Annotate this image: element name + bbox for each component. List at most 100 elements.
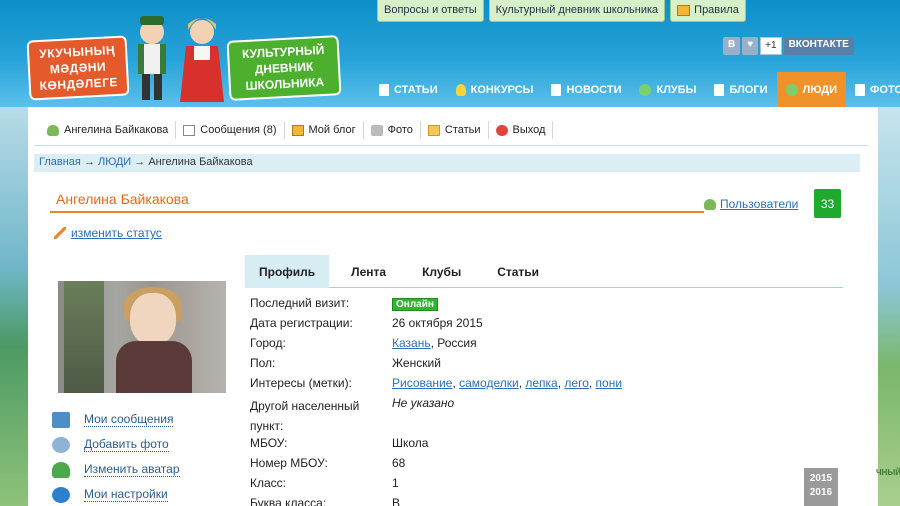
class-value: 1 <box>392 476 399 490</box>
nav-people[interactable]: ЛЮДИ <box>776 72 847 107</box>
interests-label: Интересы (метки): <box>250 376 352 390</box>
my-settings-label: Мои настройки <box>84 487 168 502</box>
nav-contests[interactable]: КОНКУРСЫ <box>447 72 543 107</box>
breadcrumb: Главная → ЛЮДИ → Ангелина Байкакова <box>34 154 860 172</box>
nav-photo-label: ФОТО <box>870 83 900 96</box>
my-settings-link[interactable]: Мои настройки <box>52 482 180 506</box>
document-icon <box>379 83 389 96</box>
news-icon <box>551 83 562 96</box>
nav-news-label: НОВОСТИ <box>566 83 622 96</box>
tab-feed[interactable]: Лента <box>337 255 400 288</box>
avatar-tree <box>64 281 104 393</box>
envelope-icon <box>52 411 70 428</box>
top-link-faq-label: Вопросы и ответы <box>384 4 477 16</box>
top-link-diary-label: Культурный дневник школьника <box>495 4 659 16</box>
top-link-faq[interactable]: Вопросы и ответы <box>377 0 484 22</box>
userbar-photo[interactable]: Фото <box>364 121 421 139</box>
gender-value: Женский <box>392 356 441 370</box>
breadcrumb-people[interactable]: ЛЮДИ <box>98 156 131 168</box>
gender-label: Пол: <box>250 356 276 370</box>
users-count-badge: 33 <box>814 189 841 218</box>
userbar-messages[interactable]: Сообщения (8) <box>176 121 285 139</box>
gear-icon <box>52 486 70 503</box>
avatar <box>58 281 226 393</box>
user-icon <box>704 198 716 210</box>
add-photo-link[interactable]: Добавить фото <box>52 432 180 457</box>
nav-contests-label: КОНКУРСЫ <box>470 83 534 96</box>
my-messages-label: Мои сообщения <box>84 412 174 427</box>
userbar-blog[interactable]: Мой блог <box>285 121 364 139</box>
info-row: Класс: 1 <box>250 473 622 493</box>
page-title: Ангелина Байкакова <box>56 191 189 207</box>
top-link-diary[interactable]: Культурный дневник школьника <box>488 0 666 22</box>
info-row: Последний визит: Онлайн <box>250 293 622 313</box>
girl-mascot-icon <box>180 18 224 102</box>
add-photo-icon <box>52 436 70 453</box>
change-status-link[interactable]: изменить статус <box>54 226 162 240</box>
info-row: Интересы (метки): Рисование, самоделки, … <box>250 376 623 390</box>
interest-tag[interactable]: самоделки <box>459 376 519 390</box>
divider <box>34 145 868 146</box>
last-visit-label: Последний визит: <box>250 296 350 310</box>
change-avatar-link[interactable]: Изменить аватар <box>52 457 180 482</box>
users-link[interactable]: Пользователи <box>704 197 798 211</box>
top-link-rules[interactable]: Правила <box>670 0 746 22</box>
user-bar: Ангелина Байкакова Сообщения (8) Мой бло… <box>40 121 554 139</box>
class-letter-label: Буква класса: <box>250 496 327 506</box>
nav-photo[interactable]: ФОТО <box>846 72 900 107</box>
nav-blogs[interactable]: БЛОГИ <box>705 72 776 107</box>
interest-tag[interactable]: лего <box>564 376 588 390</box>
userbar-articles[interactable]: Статьи <box>421 121 489 139</box>
top-link-rules-label: Правила <box>694 4 739 16</box>
nav-blogs-label: БЛОГИ <box>729 83 768 96</box>
logo-left-line-3: КӨНДӘЛЕГЕ <box>39 74 119 94</box>
vk-share-button[interactable]: В <box>723 37 741 55</box>
profile-info: Последний визит: Онлайн Дата регистрации… <box>250 293 622 506</box>
userbar-logout-label: Выход <box>512 124 546 136</box>
site-logo[interactable]: УКУЧЫНЫҢ МӘДӘНИ КӨНДӘЛЕГЕ КУЛЬТУРНЫЙ ДНЕ… <box>26 8 342 104</box>
folder-icon <box>427 124 440 136</box>
info-row: Буква класса: В <box>250 493 622 506</box>
nav-news[interactable]: НОВОСТИ <box>542 72 630 107</box>
heart-icon[interactable]: ♥ <box>742 37 759 55</box>
main-nav: СТАТЬИ КОНКУРСЫ НОВОСТИ КЛУБЫ БЛОГИ ЛЮДИ… <box>370 72 900 107</box>
tab-articles[interactable]: Статьи <box>483 255 553 288</box>
city-label: Город: <box>250 336 286 350</box>
interest-tag[interactable]: Рисование <box>392 376 452 390</box>
pencil-icon <box>54 227 66 239</box>
nav-clubs[interactable]: КЛУБЫ <box>630 72 705 107</box>
info-row: Другой населенный пункт: Не указано <box>250 393 622 433</box>
userbar-logout[interactable]: Выход <box>489 121 554 139</box>
interest-tag[interactable]: пони <box>596 376 623 390</box>
userbar-profile[interactable]: Ангелина Байкакова <box>40 121 177 139</box>
year-badge: 2015 2016 <box>804 468 838 506</box>
online-badge: Онлайн <box>392 298 438 311</box>
tab-profile[interactable]: Профиль <box>245 255 330 288</box>
avatar-body <box>116 341 192 393</box>
breadcrumb-home[interactable]: Главная <box>39 156 81 168</box>
nav-articles[interactable]: СТАТЬИ <box>370 72 447 107</box>
tab-clubs[interactable]: Клубы <box>408 255 475 288</box>
school-number-label: Номер МБОУ: <box>250 456 328 470</box>
info-row: МБОУ: Школа <box>250 433 622 453</box>
year-badge-line-1: 2015 <box>809 473 833 484</box>
school-label: МБОУ: <box>250 436 288 450</box>
country-value: , Россия <box>430 336 477 350</box>
year-badge-line-2: 2016 <box>809 487 833 498</box>
school-value: Школа <box>392 436 429 450</box>
users-link-label: Пользователи <box>720 197 799 211</box>
my-messages-link[interactable]: Мои сообщения <box>52 407 180 432</box>
page-content: Ангелина Байкакова Сообщения (8) Мой бло… <box>28 107 878 506</box>
nav-articles-label: СТАТЬИ <box>394 83 438 96</box>
interest-tag[interactable]: лепка <box>525 376 557 390</box>
city-link[interactable]: Казань <box>392 336 431 350</box>
logo-russian-text: КУЛЬТУРНЫЙ ДНЕВНИК ШКОЛЬНИКА <box>226 35 342 101</box>
boy-mascot-icon <box>138 16 166 100</box>
other-place-label: Другой населенный пункт: <box>250 399 360 433</box>
info-row: Пол: Женский <box>250 353 622 373</box>
mail-icon <box>183 124 196 136</box>
change-avatar-label: Изменить аватар <box>84 462 180 477</box>
class-label: Класс: <box>250 476 286 490</box>
vkontakte-button[interactable]: ВКОНТАКТЕ <box>783 37 854 55</box>
class-letter-value: В <box>392 496 401 506</box>
